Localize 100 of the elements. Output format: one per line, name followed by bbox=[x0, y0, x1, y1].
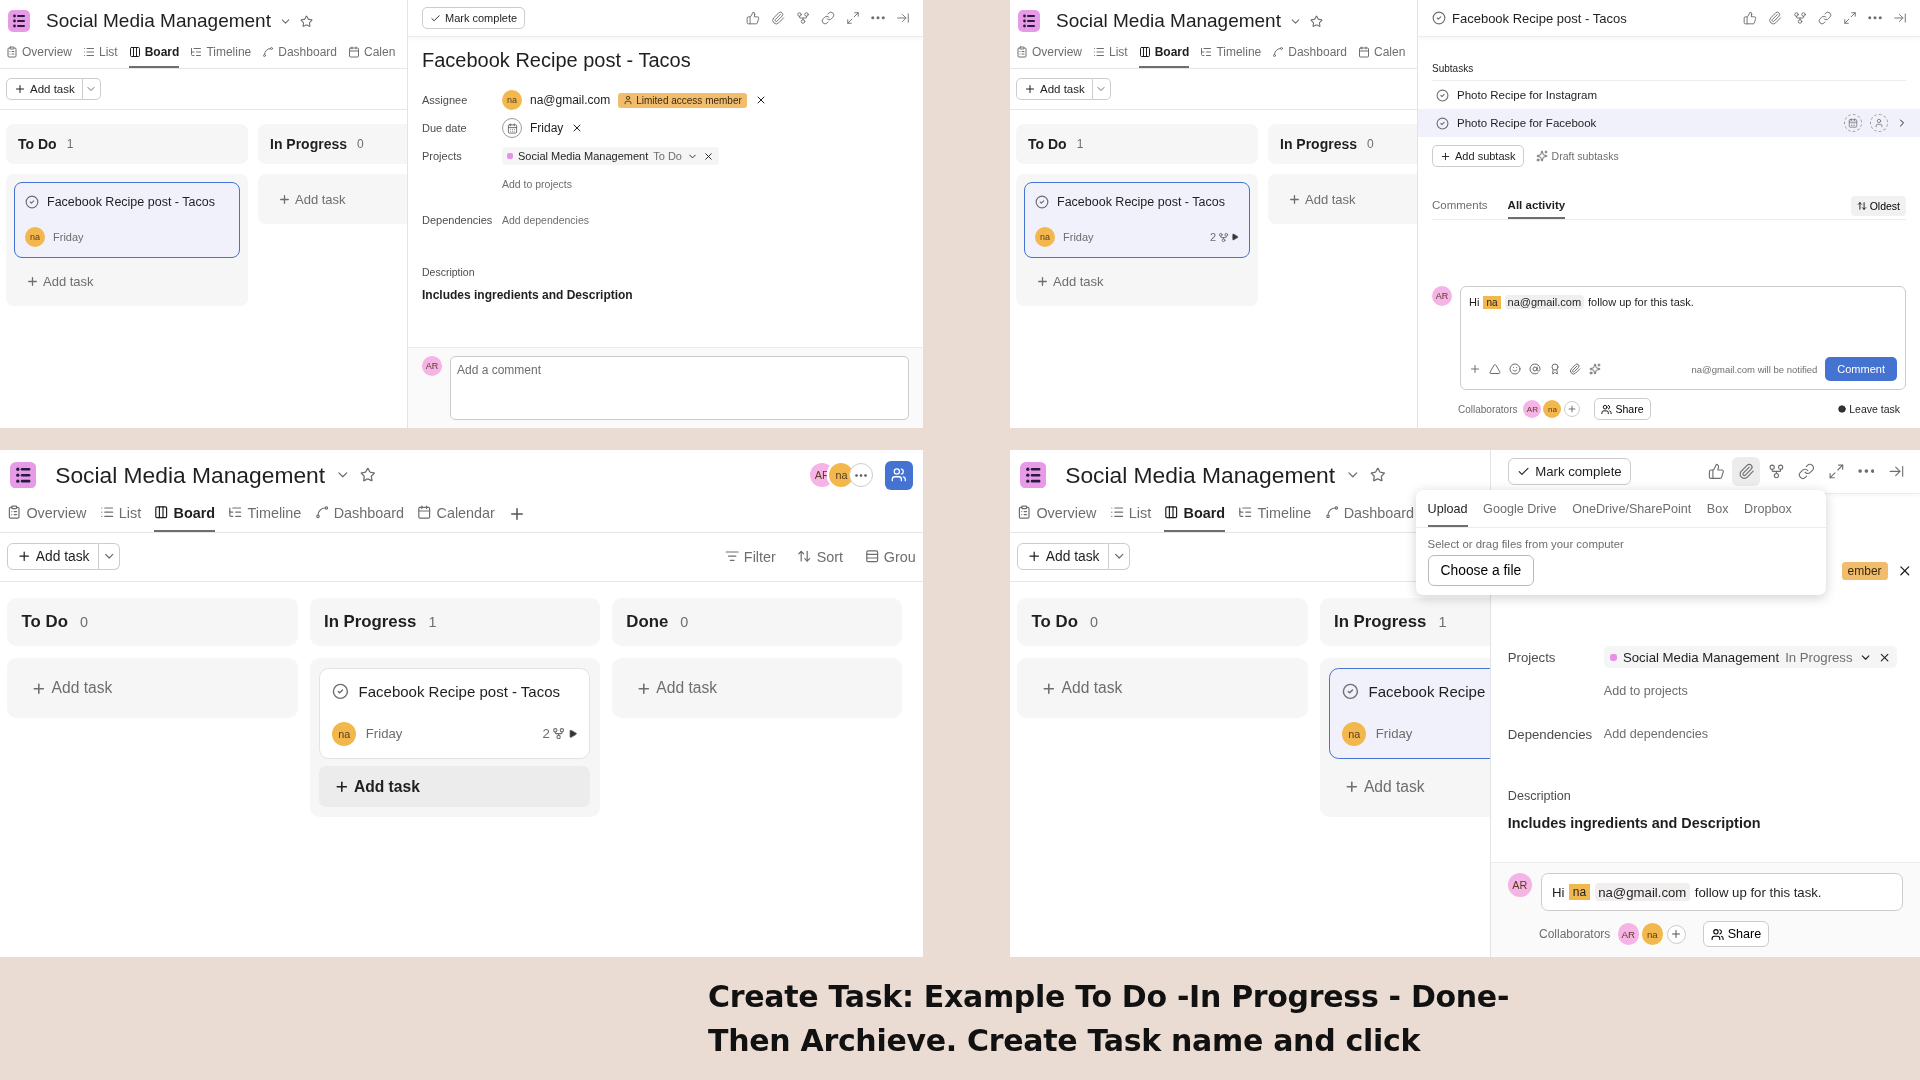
add-task-button[interactable]: Add task bbox=[7, 543, 99, 570]
activity-tab[interactable]: Comments bbox=[1432, 193, 1488, 219]
star-icon[interactable] bbox=[359, 467, 376, 483]
view-tab[interactable]: Calen bbox=[348, 38, 396, 68]
plus-icon[interactable] bbox=[1469, 363, 1481, 375]
source-tab[interactable]: Box bbox=[1706, 489, 1729, 528]
sort-button[interactable]: Sort bbox=[797, 548, 844, 565]
project-pill[interactable]: Social Media Management To Do bbox=[502, 147, 719, 165]
expand-arrow-icon[interactable] bbox=[1231, 233, 1239, 241]
add-subtask-button[interactable]: Add subtask bbox=[1432, 145, 1524, 167]
comment-field[interactable]: Add a comment bbox=[450, 356, 909, 420]
add-to-projects-link[interactable]: Add to projects bbox=[1603, 683, 1688, 698]
mention-icon[interactable] bbox=[1529, 363, 1541, 375]
task-card[interactable]: Facebook Recipe post - Tacos na Friday 2 bbox=[319, 667, 591, 759]
source-tab[interactable]: Google Drive bbox=[1483, 489, 1557, 528]
check-circle-icon[interactable] bbox=[1436, 116, 1449, 130]
add-task-button[interactable]: Add task bbox=[621, 667, 893, 709]
close-icon[interactable] bbox=[703, 150, 714, 162]
draft-subtasks-button[interactable]: Draft subtasks bbox=[1535, 150, 1619, 162]
share-button[interactable]: Share bbox=[1594, 398, 1651, 420]
subtask-row[interactable]: Photo Recipe for Instagram bbox=[1418, 81, 1920, 109]
leave-task-button[interactable]: Leave task bbox=[1832, 402, 1906, 416]
view-tab[interactable]: Overview bbox=[1017, 495, 1097, 532]
add-task-button[interactable]: Add task bbox=[1017, 543, 1109, 570]
task-card[interactable]: Facebook Recipe post - Tacos na Friday bbox=[14, 182, 240, 258]
view-tab[interactable]: Dashboard bbox=[1272, 38, 1347, 68]
view-tab[interactable]: Timeline bbox=[190, 38, 252, 68]
view-tab[interactable]: List bbox=[1109, 495, 1152, 532]
star-icon[interactable] bbox=[1369, 467, 1386, 483]
add-dependencies-link[interactable]: Add dependencies bbox=[1603, 727, 1709, 742]
add-task-button[interactable]: Add task bbox=[14, 264, 240, 298]
star-icon[interactable] bbox=[1309, 14, 1323, 28]
add-collaborator-button[interactable] bbox=[1564, 401, 1581, 417]
view-tab[interactable]: Dashboard bbox=[1324, 495, 1415, 532]
add-task-button[interactable]: Add task bbox=[1016, 78, 1093, 100]
view-tab[interactable]: Board bbox=[128, 38, 180, 68]
project-pill[interactable]: Social Media Management In Progress bbox=[1603, 646, 1897, 669]
star-icon[interactable] bbox=[299, 14, 313, 28]
paperclip-icon[interactable] bbox=[1569, 363, 1581, 375]
comment-field[interactable]: Hi na na@gmail.com follow up for this task. bbox=[1541, 872, 1904, 912]
check-circle-icon[interactable] bbox=[332, 683, 349, 701]
view-tab[interactable]: Overview bbox=[6, 38, 72, 68]
view-tab[interactable]: Overview bbox=[7, 495, 87, 532]
source-tab[interactable]: Dropbox bbox=[1744, 489, 1792, 528]
check-circle-icon[interactable] bbox=[1342, 683, 1359, 701]
view-tab[interactable]: Board bbox=[1138, 38, 1190, 68]
activity-tab[interactable]: All activity bbox=[1507, 193, 1566, 219]
add-collaborator-button[interactable] bbox=[1666, 924, 1686, 944]
comment-field[interactable]: Hi na na@gmail.com follow up for this task. na@gmail.com will be notified Comment bbox=[1460, 286, 1906, 390]
add-task-button[interactable]: Add task bbox=[1276, 182, 1417, 216]
text-format-icon[interactable] bbox=[1489, 363, 1501, 375]
filter-button[interactable]: Filter bbox=[724, 548, 776, 565]
view-tab[interactable]: Dashboard bbox=[314, 495, 405, 532]
sort-button[interactable]: Oldest bbox=[1850, 196, 1906, 216]
add-dependencies-link[interactable]: Add dependencies bbox=[502, 214, 589, 226]
add-task-button[interactable]: Add task bbox=[16, 667, 288, 709]
comment-button[interactable]: Comment bbox=[1825, 357, 1897, 381]
add-task-button[interactable]: Add task bbox=[1026, 667, 1298, 709]
view-tab[interactable]: Timeline bbox=[1238, 495, 1312, 532]
badge-icon[interactable] bbox=[1549, 363, 1561, 375]
expand-arrow-icon[interactable] bbox=[567, 729, 578, 739]
check-circle-icon[interactable] bbox=[25, 195, 39, 209]
view-tab[interactable]: Board bbox=[1164, 495, 1226, 532]
add-task-menu-button[interactable] bbox=[98, 543, 121, 570]
group-button[interactable]: Grou bbox=[864, 548, 916, 565]
view-tab[interactable]: Calen bbox=[1358, 38, 1406, 68]
view-tab[interactable]: Dashboard bbox=[262, 38, 337, 68]
add-task-button[interactable]: Add task bbox=[1329, 766, 1490, 807]
subtask-row[interactable]: Photo Recipe for Facebook bbox=[1418, 109, 1920, 137]
share-button[interactable] bbox=[884, 460, 914, 490]
check-circle-icon[interactable] bbox=[1432, 11, 1446, 25]
emoji-icon[interactable] bbox=[1509, 363, 1521, 375]
date-button[interactable] bbox=[502, 118, 522, 138]
mention-chip[interactable]: na@gmail.com bbox=[1504, 295, 1585, 309]
add-task-button[interactable]: Add task bbox=[1024, 264, 1250, 298]
view-tab[interactable]: List bbox=[99, 495, 142, 532]
more-button[interactable] bbox=[848, 463, 873, 488]
mark-complete-button[interactable]: Mark complete bbox=[1507, 458, 1632, 485]
mark-complete-button[interactable]: Mark complete bbox=[422, 7, 526, 29]
view-tab[interactable]: List bbox=[83, 38, 118, 68]
source-tab[interactable]: Upload bbox=[1427, 489, 1468, 528]
view-tab[interactable]: Timeline bbox=[1200, 38, 1262, 68]
view-tab[interactable]: Timeline bbox=[228, 495, 302, 532]
task-card[interactable]: Facebook Recipe na Friday bbox=[1329, 667, 1490, 759]
sparkles-icon[interactable] bbox=[1589, 363, 1601, 375]
view-tab[interactable]: List bbox=[1093, 38, 1128, 68]
share-button[interactable]: Share bbox=[1702, 921, 1770, 948]
add-to-projects-link[interactable]: Add to projects bbox=[502, 178, 573, 190]
add-task-button[interactable]: Add task bbox=[319, 766, 591, 807]
choose-file-button[interactable]: Choose a file bbox=[1427, 554, 1535, 586]
view-tab[interactable]: Board bbox=[154, 495, 216, 532]
task-card[interactable]: Facebook Recipe post - Tacos na Friday 2 bbox=[1024, 182, 1250, 258]
attachment-button[interactable] bbox=[1731, 457, 1761, 486]
check-circle-icon[interactable] bbox=[1035, 195, 1049, 209]
view-tab[interactable]: Calendar bbox=[417, 495, 495, 532]
add-task-button[interactable]: Add task bbox=[6, 78, 83, 100]
view-tab[interactable]: Overview bbox=[1016, 38, 1082, 68]
project-status[interactable]: To Do bbox=[653, 150, 682, 162]
project-status[interactable]: In Progress bbox=[1785, 649, 1853, 665]
source-tab[interactable]: OneDrive/SharePoint bbox=[1572, 489, 1692, 528]
